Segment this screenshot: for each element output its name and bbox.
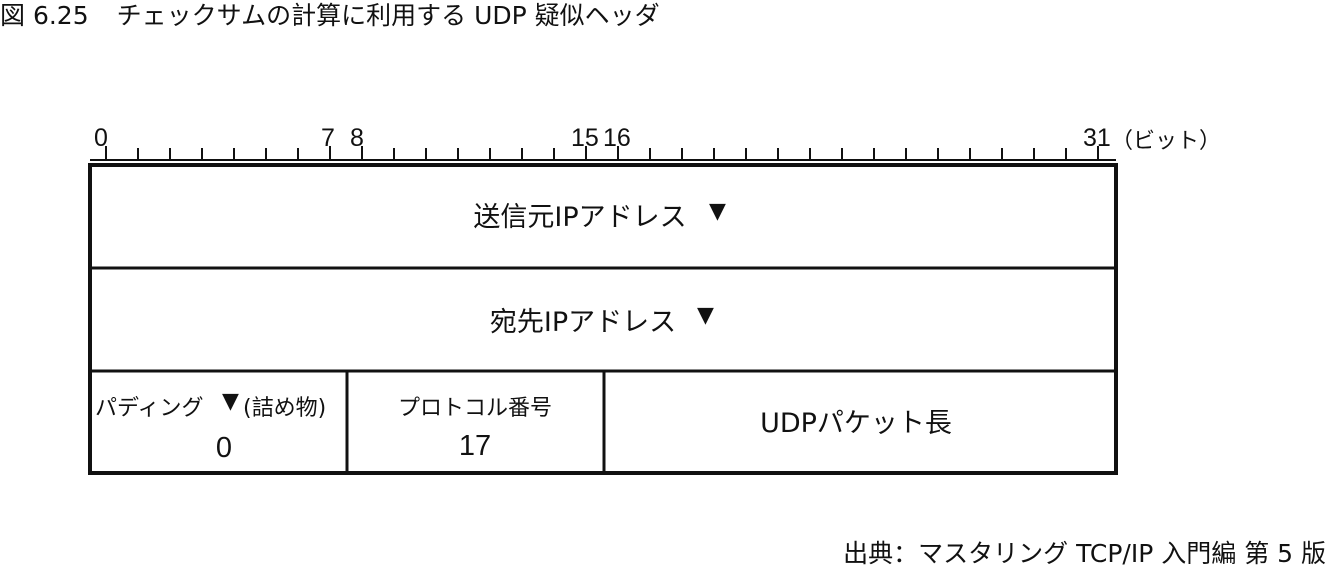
bit-label-7: 7 [321,124,335,152]
field-dest-ip: 宛先IPアドレス ▼ [490,303,714,338]
field-udp-length: UDPパケット長 [760,408,952,439]
pseudo-header-diagram: 0 7 8 15 16 31 （ビット） 送信元IPアドレス ▼ 宛先IPアドレ… [88,124,1221,475]
source-ip-marker: ▼ [709,199,726,224]
field-padding: パディング ▼ (詰め物) 0 [95,389,326,464]
protocol-value: 17 [459,430,491,462]
field-protocol: プロトコル番号 17 [398,396,552,462]
padding-value: 0 [216,432,232,464]
bit-label-16: 16 [603,124,631,152]
udp-length-label: UDPパケット長 [760,408,952,439]
bit-label-8: 8 [350,124,364,152]
padding-note: (詰め物) [243,396,326,421]
source-ip-label: 送信元IPアドレス [473,202,686,233]
bit-unit-label: （ビット） [1111,129,1221,154]
bit-ruler: 0 7 8 15 16 31 （ビット） [90,124,1221,161]
bit-label-15: 15 [571,124,599,152]
bit-label-31: 31 [1083,124,1111,152]
ruler-ticks [105,146,1099,160]
dest-ip-label: 宛先IPアドレス [490,307,676,338]
field-source-ip: 送信元IPアドレス ▼ [473,199,726,233]
padding-marker: ▼ [222,389,239,414]
protocol-label: プロトコル番号 [398,396,552,421]
bit-label-0: 0 [94,124,108,152]
dest-ip-marker: ▼ [697,303,714,328]
padding-label: パディング [95,396,203,421]
source-citation: 出典：マスタリング TCP/IP 入門編 第 5 版 [843,539,1326,568]
